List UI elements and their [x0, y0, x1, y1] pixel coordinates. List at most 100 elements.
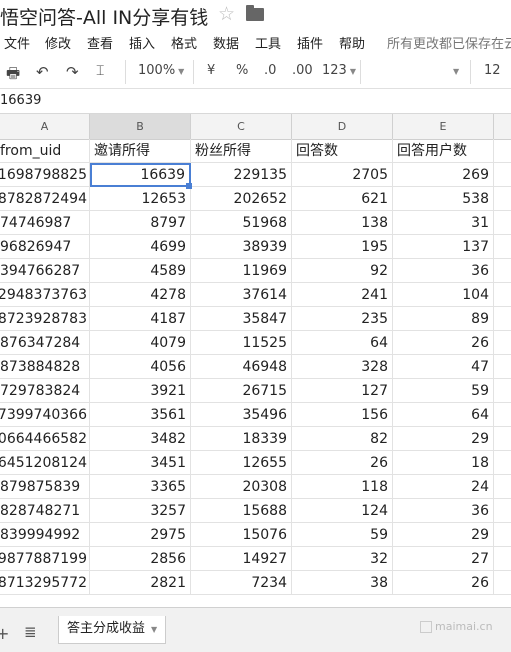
menu-tools[interactable]: 工具: [255, 33, 281, 52]
menu-insert[interactable]: 插入: [129, 33, 155, 52]
column-header-c[interactable]: C: [191, 114, 292, 139]
table-cell[interactable]: 4589: [90, 259, 191, 283]
header-cell[interactable]: 回答用户数: [393, 139, 494, 163]
table-cell[interactable]: 202652: [191, 187, 292, 211]
empty-cell[interactable]: [494, 163, 511, 187]
table-cell[interactable]: 11525: [191, 331, 292, 355]
menu-edit[interactable]: 修改: [45, 33, 71, 52]
empty-cell[interactable]: [494, 331, 511, 355]
table-cell[interactable]: 2821: [90, 571, 191, 595]
empty-cell[interactable]: [494, 355, 511, 379]
table-cell[interactable]: 235: [292, 307, 393, 331]
folder-icon[interactable]: [246, 5, 264, 21]
empty-cell[interactable]: [494, 259, 511, 283]
table-cell[interactable]: 6451208124: [0, 451, 90, 475]
table-cell[interactable]: 3921: [90, 379, 191, 403]
table-cell[interactable]: 37614: [191, 283, 292, 307]
table-cell[interactable]: 15688: [191, 499, 292, 523]
empty-cell[interactable]: [494, 451, 511, 475]
table-cell[interactable]: 2975: [90, 523, 191, 547]
empty-cell[interactable]: [494, 283, 511, 307]
table-cell[interactable]: 29: [393, 427, 494, 451]
table-cell[interactable]: 82: [292, 427, 393, 451]
table-cell[interactable]: 2948373763: [0, 283, 90, 307]
table-cell[interactable]: 4699: [90, 235, 191, 259]
table-cell[interactable]: 46948: [191, 355, 292, 379]
table-cell[interactable]: 2856: [90, 547, 191, 571]
table-cell[interactable]: 26: [393, 571, 494, 595]
table-cell[interactable]: 89: [393, 307, 494, 331]
table-cell[interactable]: 3451: [90, 451, 191, 475]
selection-fill-handle[interactable]: [186, 183, 192, 189]
table-cell[interactable]: 59: [393, 379, 494, 403]
table-cell[interactable]: 879875839: [0, 475, 90, 499]
table-cell[interactable]: 26: [292, 451, 393, 475]
table-cell[interactable]: 51968: [191, 211, 292, 235]
header-cell[interactable]: from_uid: [0, 139, 90, 163]
table-cell[interactable]: 14927: [191, 547, 292, 571]
column-header-a[interactable]: A: [0, 114, 90, 139]
currency-button[interactable]: ¥: [207, 63, 215, 78]
table-cell[interactable]: 36: [393, 259, 494, 283]
table-cell[interactable]: 27: [393, 547, 494, 571]
table-cell[interactable]: 839994992: [0, 523, 90, 547]
table-cell[interactable]: 24: [393, 475, 494, 499]
table-cell[interactable]: 58782872494: [0, 187, 90, 211]
table-cell[interactable]: 3257: [90, 499, 191, 523]
empty-cell[interactable]: [494, 187, 511, 211]
add-sheet-icon[interactable]: +: [0, 624, 9, 643]
zoom-select[interactable]: 100% ▼: [138, 63, 184, 78]
table-cell[interactable]: 137: [393, 235, 494, 259]
empty-cell[interactable]: [494, 499, 511, 523]
table-cell[interactable]: 538: [393, 187, 494, 211]
all-sheets-icon[interactable]: ≣: [24, 623, 37, 641]
table-cell[interactable]: 64: [393, 403, 494, 427]
table-cell[interactable]: 29: [393, 523, 494, 547]
table-cell[interactable]: 15076: [191, 523, 292, 547]
table-cell[interactable]: 118: [292, 475, 393, 499]
empty-cell[interactable]: [494, 403, 511, 427]
empty-cell[interactable]: [494, 427, 511, 451]
empty-cell[interactable]: [494, 571, 511, 595]
empty-cell[interactable]: [494, 139, 511, 163]
star-icon[interactable]: ☆: [218, 3, 235, 25]
font-size-select[interactable]: 12: [484, 63, 501, 78]
decrease-decimal-button[interactable]: .0: [264, 63, 276, 78]
table-cell[interactable]: 7234: [191, 571, 292, 595]
header-cell[interactable]: 回答数: [292, 139, 393, 163]
sheet-tab[interactable]: 答主分成收益 ▼: [58, 616, 166, 644]
table-cell[interactable]: 4187: [90, 307, 191, 331]
column-header-e[interactable]: E: [393, 114, 494, 139]
table-cell[interactable]: 828748271: [0, 499, 90, 523]
table-cell[interactable]: 26: [393, 331, 494, 355]
table-cell[interactable]: 3365: [90, 475, 191, 499]
table-cell[interactable]: 32: [292, 547, 393, 571]
table-cell[interactable]: 127: [292, 379, 393, 403]
table-cell[interactable]: 31: [393, 211, 494, 235]
table-cell[interactable]: 35496: [191, 403, 292, 427]
percent-button[interactable]: %: [236, 63, 248, 78]
table-cell[interactable]: 156: [292, 403, 393, 427]
empty-cell[interactable]: [494, 523, 511, 547]
table-cell[interactable]: 59: [292, 523, 393, 547]
empty-cell[interactable]: [494, 235, 511, 259]
formula-bar[interactable]: 16639: [0, 89, 511, 114]
table-cell[interactable]: 195: [292, 235, 393, 259]
empty-cell[interactable]: [494, 307, 511, 331]
table-cell[interactable]: 20308: [191, 475, 292, 499]
table-cell[interactable]: 12655: [191, 451, 292, 475]
redo-icon[interactable]: ↷: [66, 63, 79, 81]
menu-addons[interactable]: 插件: [297, 33, 323, 52]
table-cell[interactable]: 269: [393, 163, 494, 187]
paint-format-icon[interactable]: ⌶: [96, 63, 104, 79]
table-cell[interactable]: 873884828: [0, 355, 90, 379]
table-cell[interactable]: 38939: [191, 235, 292, 259]
table-cell[interactable]: 36: [393, 499, 494, 523]
table-cell[interactable]: 64: [292, 331, 393, 355]
table-cell[interactable]: 4056: [90, 355, 191, 379]
table-cell[interactable]: 0664466582: [0, 427, 90, 451]
menu-view[interactable]: 查看: [87, 33, 113, 52]
table-cell[interactable]: 12653: [90, 187, 191, 211]
table-cell[interactable]: 8713295772: [0, 571, 90, 595]
empty-cell[interactable]: [494, 547, 511, 571]
